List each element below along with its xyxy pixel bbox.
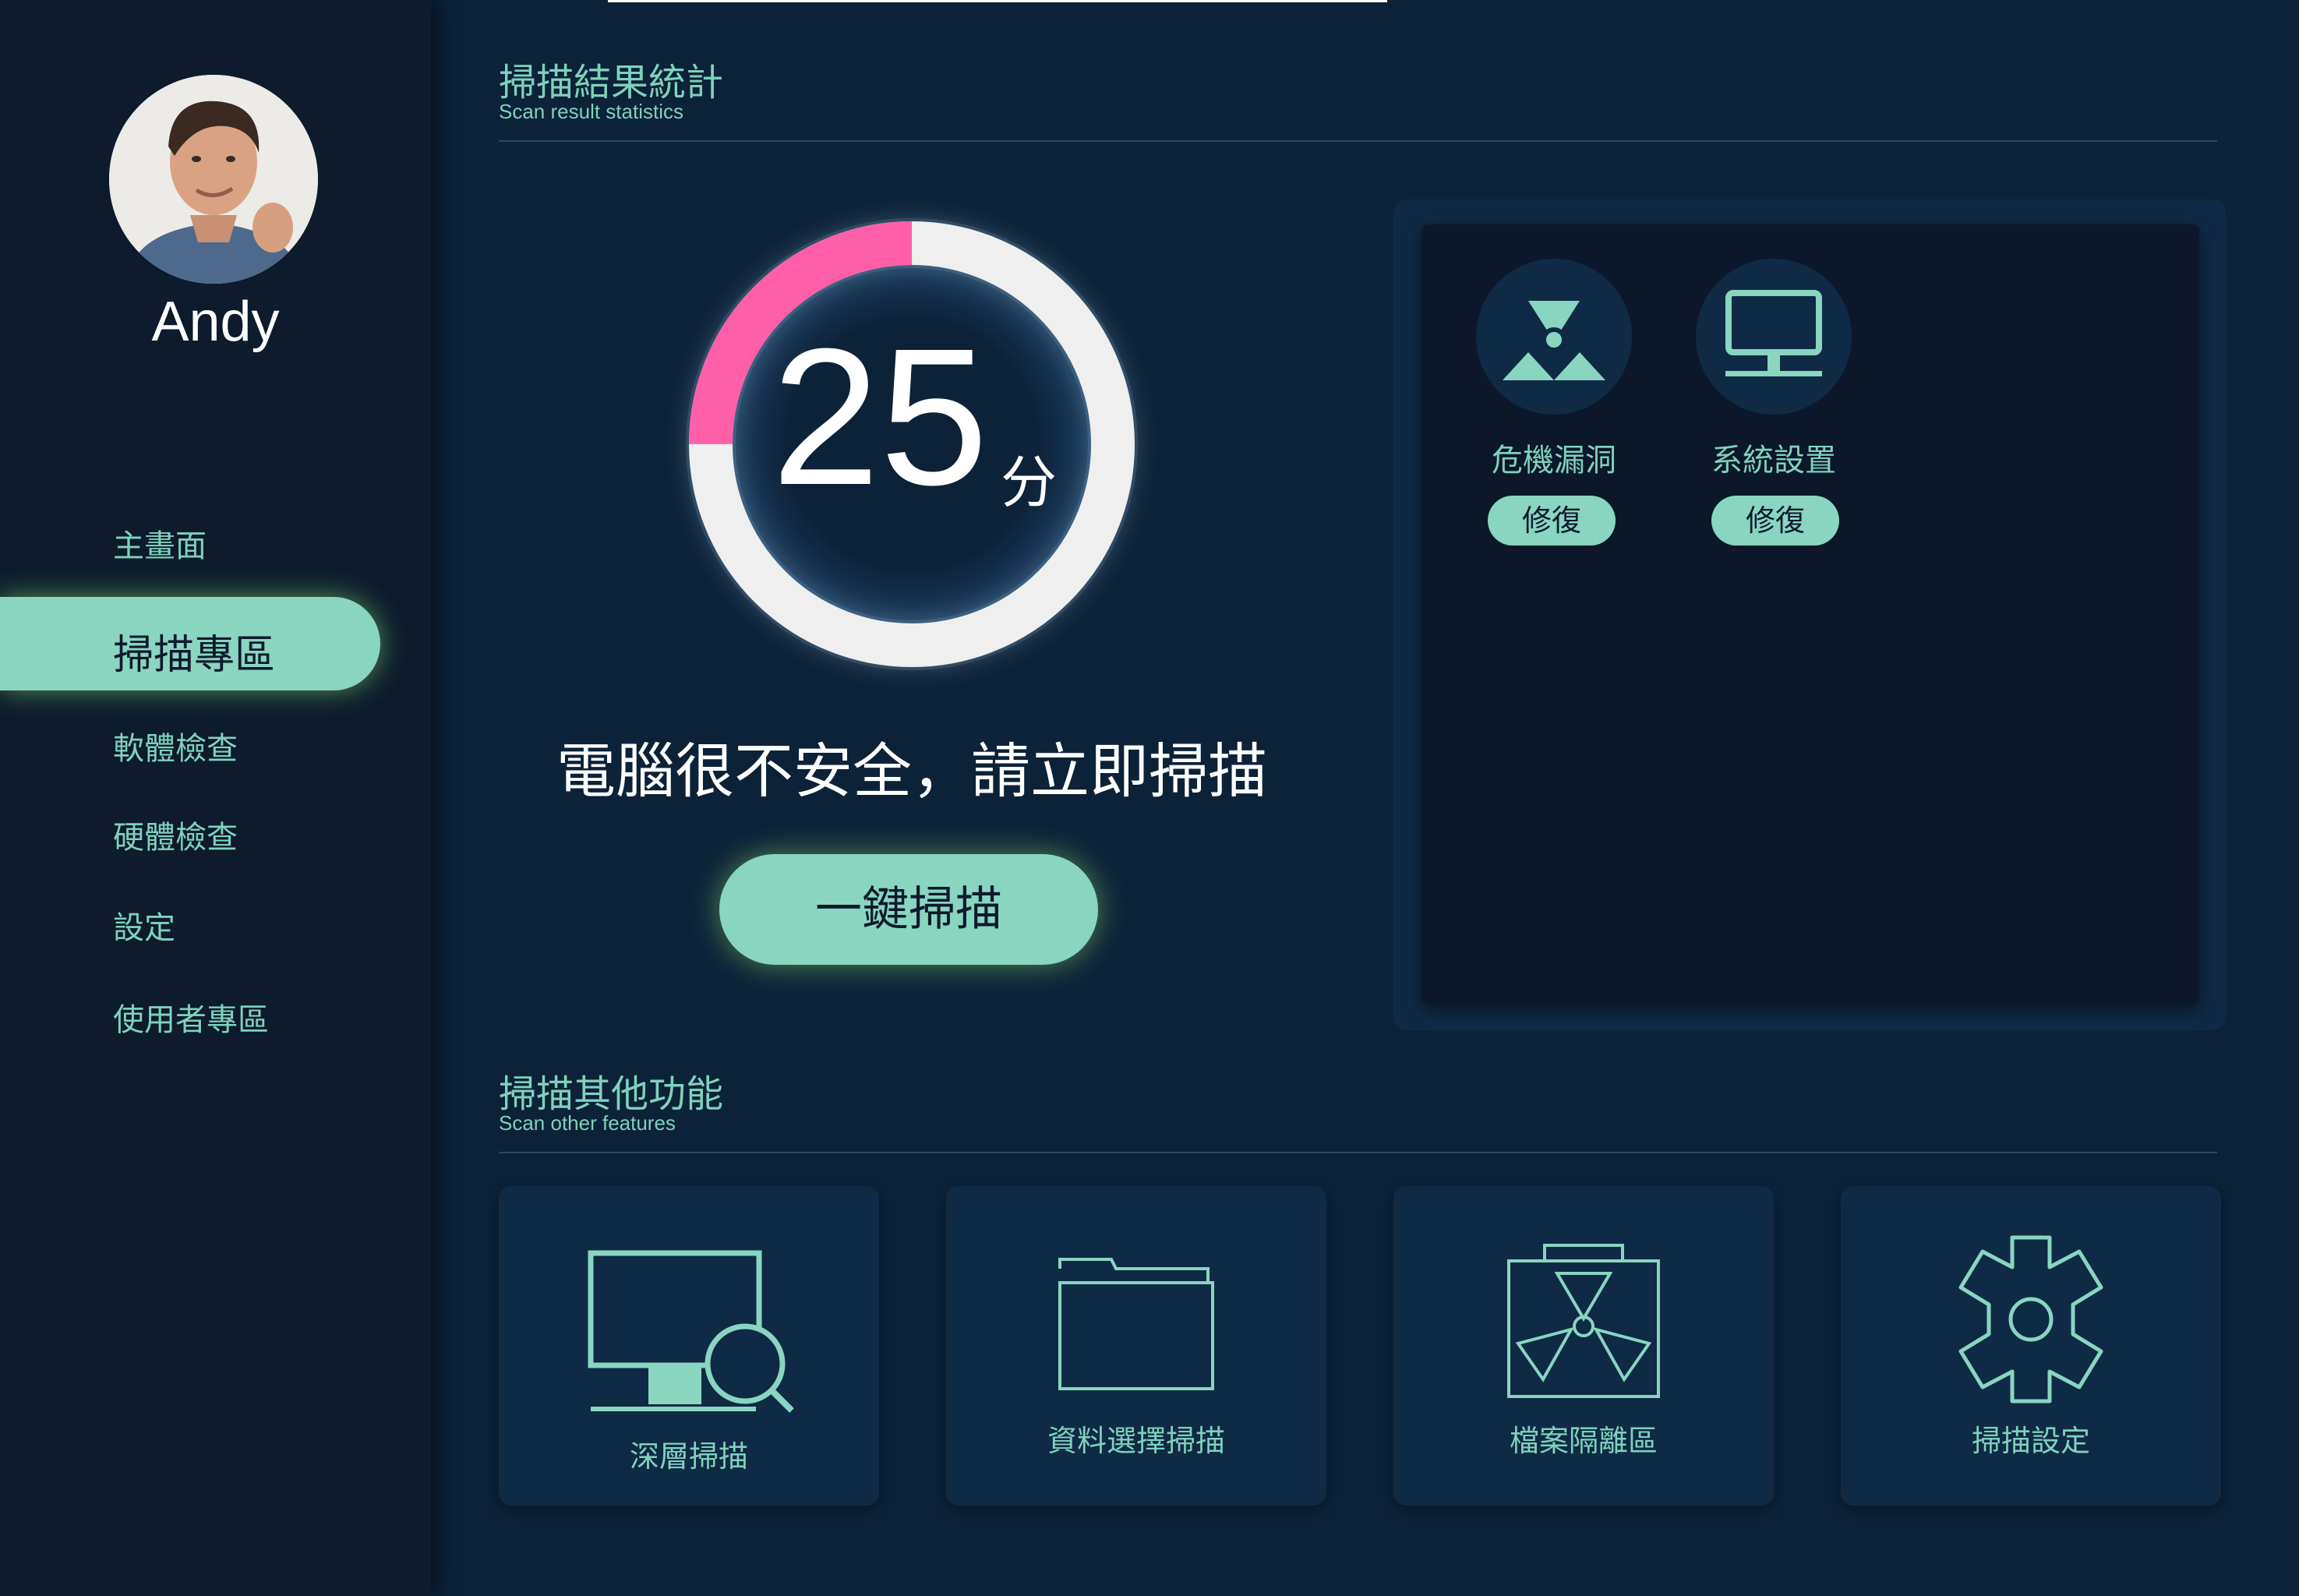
data-selection-scan-card[interactable]: 資料選擇掃描 [946,1186,1326,1506]
data-selection-scan-label: 資料選擇掃描 [1047,1424,1225,1458]
scan-settings-card[interactable]: 掃描設定 [1841,1186,2221,1506]
security-status-text: 電腦很不安全，請立即掃描 [556,736,1267,806]
sidebar-item-hardware-check[interactable]: 硬體檢查 [113,812,238,857]
scan-result-subtitle: Scan result statistics [499,100,683,123]
top-rule [608,0,1387,2]
folder-icon [1058,1258,1214,1390]
sidebar-item-software-check[interactable]: 軟體檢查 [113,723,238,768]
scan-settings-label: 掃描設定 [1971,1424,2090,1458]
avatar[interactable] [109,75,318,284]
other-features-title: 掃描其他功能 [499,1072,724,1116]
issue-label-vulnerability: 危機漏洞 [1492,443,1616,478]
quarantine-card[interactable]: 檔案隔離區 [1393,1186,1774,1506]
deep-scan-card[interactable]: 深層掃描 [499,1186,879,1506]
sidebar-item-scan-zone[interactable]: 掃描專區 [0,597,380,690]
gear-icon [1958,1235,2103,1404]
quarantine-icon [1507,1244,1660,1398]
quarantine-label: 檔案隔離區 [1509,1424,1658,1458]
score-value: 25 [772,308,989,525]
radiation-icon [1476,259,1632,415]
sidebar-item-label: 掃描專區 [113,632,276,679]
one-click-scan-button[interactable]: 一鍵掃描 [719,854,1098,965]
section-divider [499,1152,2217,1153]
fix-vulnerability-button[interactable]: 修復 [1488,496,1616,546]
issue-label-system-settings: 系統設置 [1711,443,1836,478]
sidebar: Andy 主畫面 掃描專區 軟體檢查 硬體檢查 設定 使用者專區 [0,0,431,1596]
sidebar-item-settings[interactable]: 設定 [113,902,175,948]
user-photo-icon [109,75,318,284]
scan-result-title: 掃描結果統計 [499,61,724,104]
other-features-subtitle: Scan other features [499,1111,676,1135]
section-divider [499,140,2217,142]
sidebar-item-user-zone[interactable]: 使用者專區 [113,994,269,1040]
monitor-icon [1696,259,1852,415]
deep-scan-label: 深層掃描 [629,1439,748,1474]
user-name: Andy [151,291,280,353]
score-unit: 分 [1001,450,1058,515]
fix-system-settings-button[interactable]: 修復 [1711,496,1839,546]
monitor-search-icon [588,1250,794,1413]
sidebar-item-home[interactable]: 主畫面 [113,521,207,566]
